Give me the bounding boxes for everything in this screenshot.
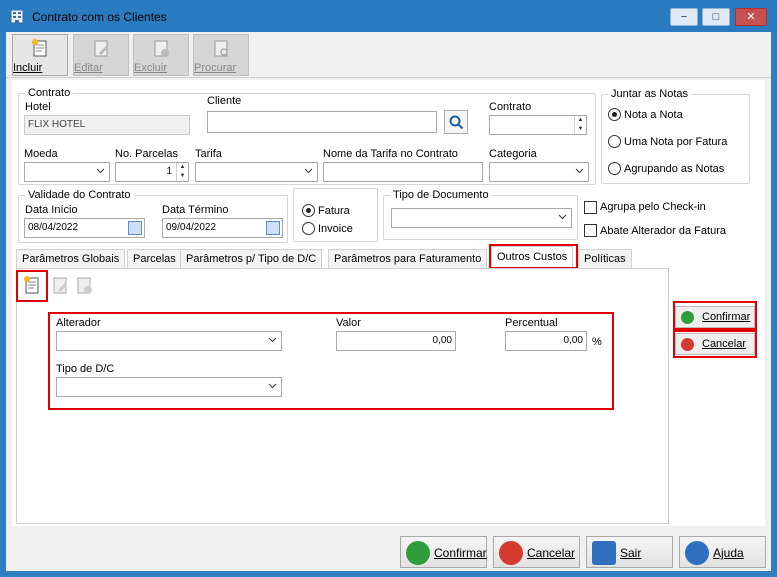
exit-door-icon: [592, 541, 616, 565]
highlight-confirmar: [673, 301, 757, 330]
maximize-button[interactable]: □: [702, 8, 730, 26]
close-icon: [499, 541, 523, 565]
contrato-label: Contrato: [489, 101, 532, 113]
uma-nota-por-fatura-label: Uma Nota por Fatura: [624, 136, 728, 148]
valor-label: Valor: [336, 317, 361, 329]
tipo-documento-select[interactable]: [391, 208, 572, 228]
parcelas-field[interactable]: 1 ▲ ▼: [115, 162, 189, 182]
cliente-search-button[interactable]: [444, 110, 468, 134]
chevron-down-icon: [268, 337, 277, 343]
nota-a-nota-label: Nota a Nota: [624, 109, 683, 121]
minimize-button[interactable]: −: [670, 8, 698, 26]
chevron-down-icon: [268, 383, 277, 389]
toolbar: Incluir Editar Excluir Procurar: [6, 32, 771, 78]
contrato-field[interactable]: ▲ ▼: [489, 115, 587, 135]
alterador-label: Alterador: [56, 317, 101, 329]
invoice-radio[interactable]: [302, 222, 315, 235]
edit-document-icon: [94, 40, 108, 57]
chevron-down-icon: [558, 214, 567, 220]
chevron-down-icon: [96, 168, 105, 174]
bottom-cancelar-button[interactable]: Cancelar: [493, 536, 580, 568]
search-document-icon: [214, 40, 228, 57]
help-icon: [685, 541, 709, 565]
cliente-label: Cliente: [207, 95, 242, 107]
bottom-confirmar-button[interactable]: Confirmar: [400, 536, 487, 568]
categoria-label: Categoria: [489, 148, 537, 160]
tab-parametros-globais[interactable]: Parâmetros Globais: [16, 249, 126, 268]
main-window: Contrato com os Clientes − □ ✕ Incluir E…: [0, 0, 777, 577]
tarifa-label: Tarifa: [195, 148, 222, 160]
highlight-tab-outros-custos: [489, 244, 578, 269]
data-termino-label: Data Término: [162, 204, 229, 216]
valor-field[interactable]: 0,00: [336, 331, 456, 351]
moeda-select[interactable]: [24, 162, 110, 182]
bottom-ajuda-button[interactable]: Ajuda: [679, 536, 766, 568]
tarifa-select[interactable]: [195, 162, 318, 182]
parcelas-spinner[interactable]: ▲ ▼: [176, 163, 188, 181]
chevron-down-icon: [304, 168, 313, 174]
calendar-icon[interactable]: [266, 221, 280, 235]
window-title: Contrato com os Clientes: [32, 10, 167, 24]
agrupando-as-notas-radio[interactable]: [608, 162, 621, 175]
edit-document-icon: [53, 277, 67, 294]
nome-tarifa-field[interactable]: [323, 162, 483, 182]
contrato-spinner[interactable]: ▲ ▼: [574, 116, 586, 134]
incluir-button[interactable]: Incluir: [12, 34, 68, 76]
invoice-label: Invoice: [318, 223, 353, 235]
hotel-label: Hotel: [25, 101, 51, 113]
moeda-label: Moeda: [24, 148, 58, 160]
data-inicio-field[interactable]: 08/04/2022: [24, 218, 145, 238]
delete-document-icon: [77, 277, 92, 294]
alterador-select[interactable]: [56, 331, 282, 351]
check-icon: [406, 541, 430, 565]
new-document-icon: [32, 39, 47, 57]
abate-alterador-label: Abate Alterador da Fatura: [600, 225, 726, 237]
tab-politicas[interactable]: Políticas: [578, 249, 632, 268]
tab-parcelas[interactable]: Parcelas: [127, 249, 182, 268]
abate-alterador-checkbox[interactable]: [584, 224, 597, 237]
editar-button[interactable]: Editar: [73, 34, 129, 76]
fatura-radio[interactable]: [302, 204, 315, 217]
tipo-dc-label: Tipo de D/C: [56, 363, 115, 375]
delete-custo-button[interactable]: [74, 275, 94, 295]
categoria-select[interactable]: [489, 162, 589, 182]
nota-a-nota-radio[interactable]: [608, 108, 621, 121]
highlight-add-button: [16, 270, 48, 302]
percentual-field[interactable]: 0,00: [505, 331, 587, 351]
fatura-label: Fatura: [318, 205, 350, 217]
nome-tarifa-label: Nome da Tarifa no Contrato: [323, 148, 458, 160]
edit-custo-button[interactable]: [50, 275, 70, 295]
search-icon: [449, 115, 464, 130]
percentual-label: Percentual: [505, 317, 558, 329]
delete-document-icon: [154, 40, 169, 57]
title-bar[interactable]: Contrato com os Clientes − □ ✕: [0, 0, 777, 32]
agrupa-checkin-checkbox[interactable]: [584, 201, 597, 214]
tipo-dc-select[interactable]: [56, 377, 282, 397]
chevron-down-icon: [575, 168, 584, 174]
excluir-button[interactable]: Excluir: [133, 34, 189, 76]
parcelas-label: No. Parcelas: [115, 148, 178, 160]
highlight-cancelar: [673, 330, 757, 358]
percent-sign: %: [592, 336, 602, 348]
agrupa-checkin-label: Agrupa pelo Check-in: [600, 201, 706, 213]
calendar-icon[interactable]: [128, 221, 142, 235]
tab-parametros-tipo-dc[interactable]: Parâmetros p/ Tipo de D/C: [180, 249, 323, 268]
building-icon: [10, 9, 24, 24]
agrupando-as-notas-label: Agrupando as Notas: [624, 163, 725, 175]
bottom-sair-button[interactable]: Sair: [586, 536, 673, 568]
uma-nota-por-fatura-radio[interactable]: [608, 135, 621, 148]
tab-parametros-faturamento[interactable]: Parâmetros para Faturamento: [328, 249, 488, 268]
cliente-field[interactable]: [207, 111, 437, 133]
hotel-field[interactable]: FLIX HOTEL: [24, 115, 190, 135]
close-button[interactable]: ✕: [735, 8, 767, 26]
data-termino-field[interactable]: 09/04/2022: [162, 218, 283, 238]
data-inicio-label: Data Início: [25, 204, 78, 216]
procurar-button[interactable]: Procurar: [193, 34, 249, 76]
